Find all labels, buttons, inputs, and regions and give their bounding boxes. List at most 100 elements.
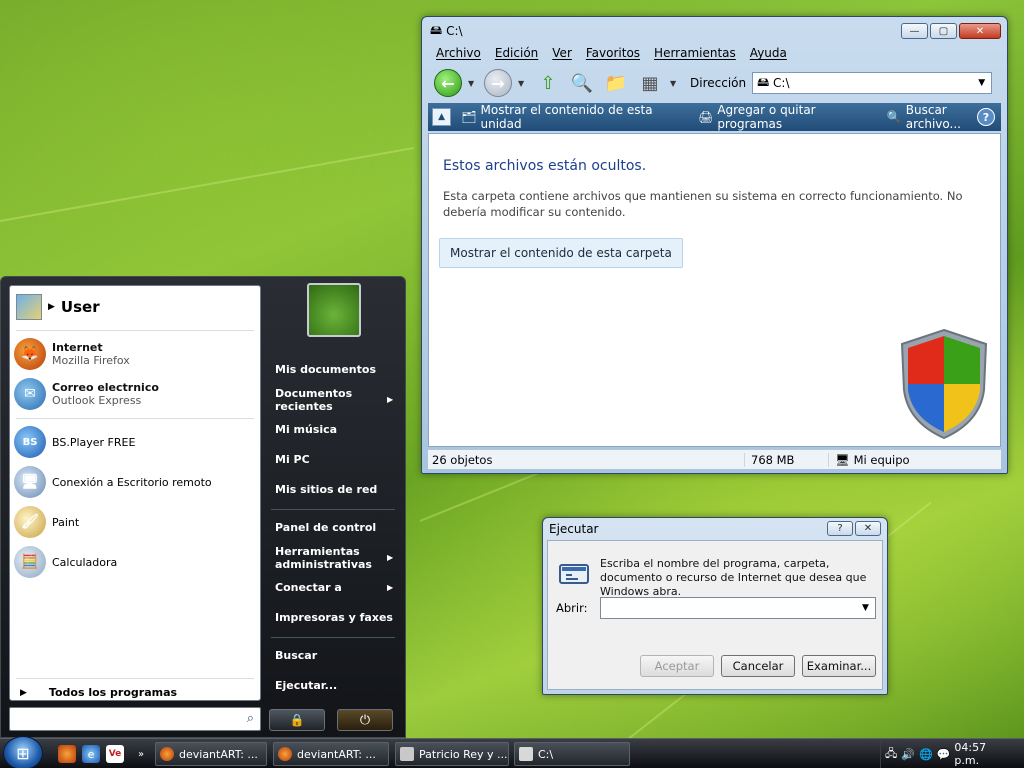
forward-button[interactable]: → (484, 69, 512, 97)
location-status: 🖥 Mi equipo (828, 452, 910, 467)
views-caret[interactable]: ▼ (670, 79, 680, 88)
taskbar-button-music[interactable]: Patricio Rey y ... (395, 742, 509, 766)
browse-button[interactable]: Examinar... (802, 655, 876, 677)
menu-herramientas[interactable]: Herramientas (654, 46, 736, 60)
chevron-down-icon[interactable]: ▼ (862, 603, 869, 613)
recent-documents-link[interactable]: Documentos recientes (275, 387, 371, 413)
user-name: User (60, 298, 100, 316)
recent-paint[interactable]: 🖌 Paint (14, 506, 79, 538)
admin-tools-link[interactable]: Herramientas administrativas (275, 545, 372, 571)
pinned-internet[interactable]: 🦊 Internet Mozilla Firefox (14, 338, 130, 370)
chevron-right-icon[interactable]: » (132, 745, 150, 763)
minimize-button[interactable]: — (901, 23, 928, 39)
printers-faxes-link[interactable]: Impresoras y faxes (275, 611, 393, 624)
back-history-caret[interactable]: ▼ (468, 79, 478, 88)
search-icon[interactable]: ⌕ (247, 711, 254, 726)
network-icon[interactable]: 🖧 (885, 745, 897, 764)
user-avatar[interactable] (307, 283, 361, 337)
firefox-icon[interactable] (58, 745, 76, 763)
chevron-right-icon: ▶ (387, 553, 394, 562)
show-drive-contents-link[interactable]: 🗂 Mostrar el contenido de esta unidad (461, 103, 688, 131)
globe-icon[interactable]: 🌐 (919, 748, 933, 761)
separator (16, 678, 254, 679)
chevron-right-icon: ▶ (387, 395, 394, 404)
show-folder-contents-button[interactable]: Mostrar el contenido de esta carpeta (439, 238, 683, 268)
forward-history-caret[interactable]: ▼ (518, 79, 528, 88)
address-label: Dirección (690, 76, 747, 90)
separator (16, 330, 254, 331)
my-pc-link[interactable]: Mi PC (275, 453, 310, 466)
location-label: Mi equipo (853, 452, 910, 467)
my-music-link[interactable]: Mi música (275, 423, 337, 436)
taskbar-button-explorer[interactable]: C:\ (514, 742, 630, 766)
separator (16, 418, 254, 419)
start-search-box[interactable]: ⌕ (9, 707, 261, 731)
back-button[interactable]: ← (434, 69, 462, 97)
start-button[interactable]: ⊞ (3, 736, 43, 768)
up-folder-icon[interactable]: ⇧ (534, 69, 562, 97)
chevron-right-icon: ▶ (387, 583, 394, 592)
menu-ayuda[interactable]: Ayuda (750, 46, 787, 60)
connect-to-link[interactable]: Conectar a (275, 581, 342, 594)
maximize-button[interactable]: ▢ (930, 23, 957, 39)
my-network-places-link[interactable]: Mis sitios de red (275, 483, 377, 496)
folders-icon[interactable]: 📁 (602, 69, 630, 97)
run-body: Escriba el nombre del programa, carpeta,… (547, 540, 883, 690)
menu-edicion[interactable]: Edición (495, 46, 538, 60)
control-panel-link[interactable]: Panel de control (275, 521, 376, 534)
close-button[interactable]: ✕ (855, 521, 881, 536)
lock-button[interactable]: 🔒 (269, 709, 325, 731)
lock-icon: 🔒 (289, 713, 305, 727)
address-bar[interactable]: 🖴 C:\ ▼ (752, 72, 993, 94)
windows-logo-icon: ⊞ (16, 743, 30, 763)
my-documents-link[interactable]: Mis documentos (275, 363, 376, 376)
search-link[interactable]: Buscar (275, 649, 317, 662)
recent-item-label: Conexión a Escritorio remoto (52, 475, 212, 489)
wallpaper-leaf-vein (0, 147, 414, 222)
views-icon[interactable]: ▦ (636, 69, 664, 97)
folder-content: Estos archivos están ocultos. Esta carpe… (428, 133, 1001, 447)
run-dialog[interactable]: Ejecutar ? ✕ Escriba el nombre del progr… (542, 517, 888, 695)
clock[interactable]: 04:57 p.m. (954, 741, 1024, 767)
recent-remote-desktop[interactable]: 🖥 Conexión a Escritorio remoto (14, 466, 212, 498)
drive-icon (519, 747, 533, 761)
close-button[interactable]: ✕ (959, 23, 1001, 39)
start-menu: ▶ User 🦊 Internet Mozilla Firefox ✉ Corr… (0, 276, 406, 738)
vegas-icon[interactable]: Ve (106, 745, 124, 763)
bsplayer-icon: BS (14, 426, 46, 458)
menu-archivo[interactable]: Archivo (436, 46, 481, 60)
open-input[interactable] (600, 597, 876, 619)
security-shield-icon (900, 328, 988, 440)
explorer-window[interactable]: 🖴 C:\ — ▢ ✕ Archivo Edición Ver Favorito… (421, 16, 1008, 474)
power-button[interactable]: ⏻ (337, 709, 393, 731)
taskbar-button-deviantart-2[interactable]: deviantART: ... (273, 742, 389, 766)
taskbar-button-label: Patricio Rey y ... (419, 747, 508, 761)
recent-bsplayer[interactable]: BS BS.Player FREE (14, 426, 135, 458)
chevron-down-icon[interactable]: ▼ (978, 78, 985, 88)
recent-item-label: Calculadora (52, 555, 118, 569)
separator (271, 637, 395, 638)
pinned-email[interactable]: ✉ Correo electrnico Outlook Express (14, 378, 159, 410)
help-button[interactable]: ? (827, 521, 853, 536)
menu-ver[interactable]: Ver (552, 46, 572, 60)
taskbar-button-deviantart-1[interactable]: deviantART: ... (155, 742, 267, 766)
window-title: C:\ (446, 24, 463, 38)
cancel-button[interactable]: Cancelar (721, 655, 795, 677)
run-program-icon (559, 564, 589, 584)
add-remove-programs-link[interactable]: 🖨 Agregar o quitar programas (698, 103, 877, 131)
recent-calculator[interactable]: 🧮 Calculadora (14, 546, 117, 578)
chat-icon[interactable]: 💬 (937, 748, 951, 761)
system-tray: 🖧 🔊 🌐 💬 04:57 p.m. (880, 739, 1024, 768)
all-programs-button[interactable]: ▶ Todos los programas (20, 686, 177, 699)
help-icon[interactable]: ? (977, 108, 995, 126)
volume-icon[interactable]: 🔊 (901, 748, 915, 761)
internet-explorer-icon[interactable]: e (82, 745, 100, 763)
run-link[interactable]: Ejecutar... (275, 679, 337, 692)
accept-button[interactable]: Aceptar (640, 655, 714, 677)
programs-icon: 🖨 (698, 110, 714, 124)
search-icon: 🔍 (886, 110, 902, 124)
run-title: Ejecutar (549, 522, 599, 536)
search-icon[interactable]: 🔍 (568, 69, 596, 97)
collapse-button[interactable]: ▲ (432, 108, 452, 126)
menu-favoritos[interactable]: Favoritos (586, 46, 640, 60)
